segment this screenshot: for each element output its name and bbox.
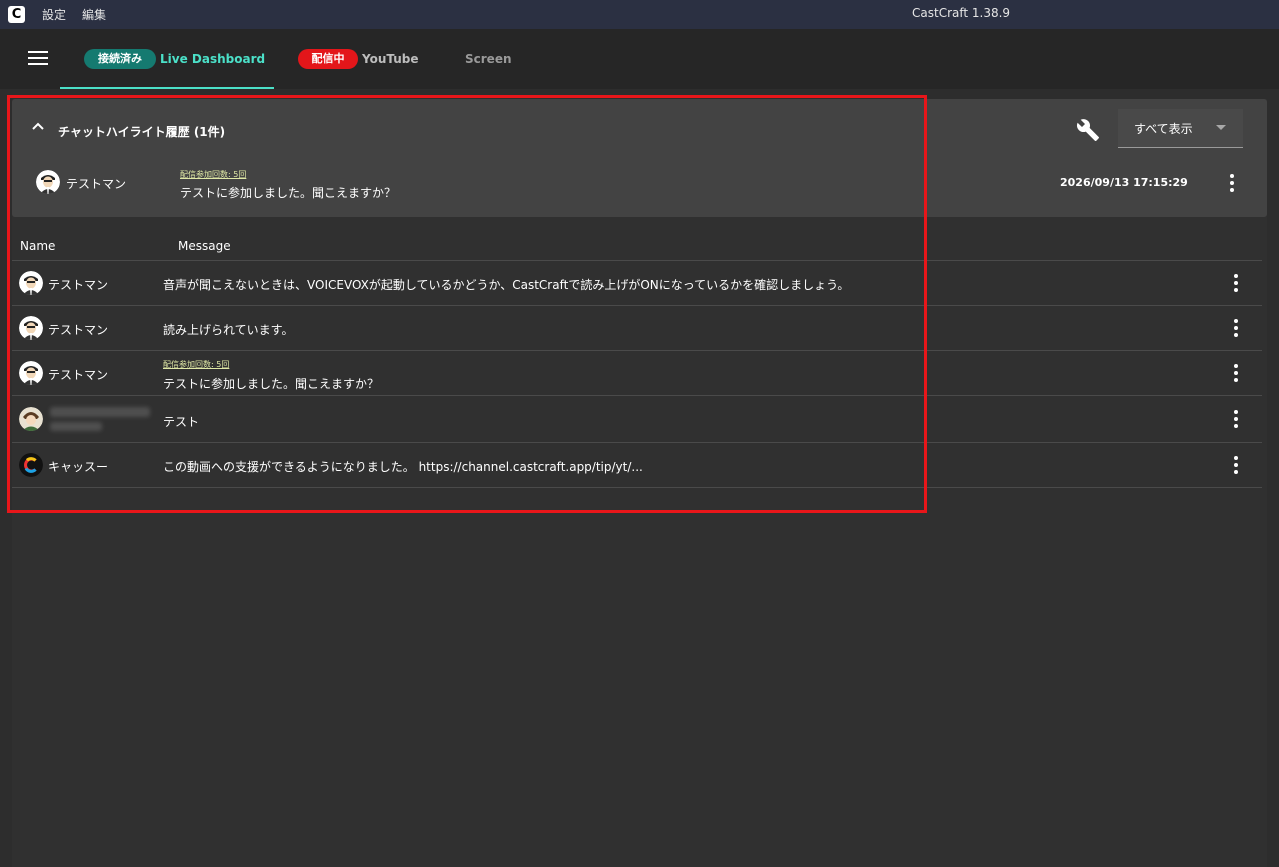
annotation-highlight-box — [7, 95, 927, 513]
more-vert-icon[interactable] — [1234, 319, 1238, 337]
more-vert-icon[interactable] — [1234, 410, 1238, 428]
tab-screen[interactable]: Screen — [440, 29, 530, 89]
caret-down-icon — [1216, 125, 1226, 130]
display-filter-select[interactable]: すべて表示 — [1118, 109, 1243, 148]
tab-screen-label: Screen — [465, 52, 512, 66]
tab-live-dashboard[interactable]: 接続済み Live Dashboard — [60, 29, 274, 89]
live-badge: 配信中 — [298, 49, 358, 69]
app-logo-icon: C — [8, 6, 25, 23]
tab-live-dashboard-label: Live Dashboard — [160, 52, 266, 66]
menu-edit[interactable]: 編集 — [82, 6, 106, 23]
menu-settings[interactable]: 設定 — [42, 6, 66, 23]
tab-youtube-label: YouTube — [362, 52, 419, 66]
filter-value: すべて表示 — [1134, 122, 1193, 136]
tab-youtube[interactable]: 配信中 YouTube — [290, 29, 430, 89]
title-bar: C 設定 編集 CastCraft 1.38.9 — [0, 0, 1279, 29]
window-title: CastCraft 1.38.9 — [912, 6, 1011, 20]
menu-icon[interactable] — [28, 51, 48, 65]
more-vert-icon[interactable] — [1234, 364, 1238, 382]
tab-bar: 接続済み Live Dashboard 配信中 YouTube Screen — [0, 29, 1279, 89]
more-vert-icon[interactable] — [1230, 174, 1234, 192]
connected-badge: 接続済み — [84, 49, 156, 69]
more-vert-icon[interactable] — [1234, 456, 1238, 474]
highlight-row-time: 2026/09/13 17:15:29 — [1060, 176, 1188, 189]
more-vert-icon[interactable] — [1234, 274, 1238, 292]
wrench-icon[interactable] — [1076, 118, 1100, 142]
